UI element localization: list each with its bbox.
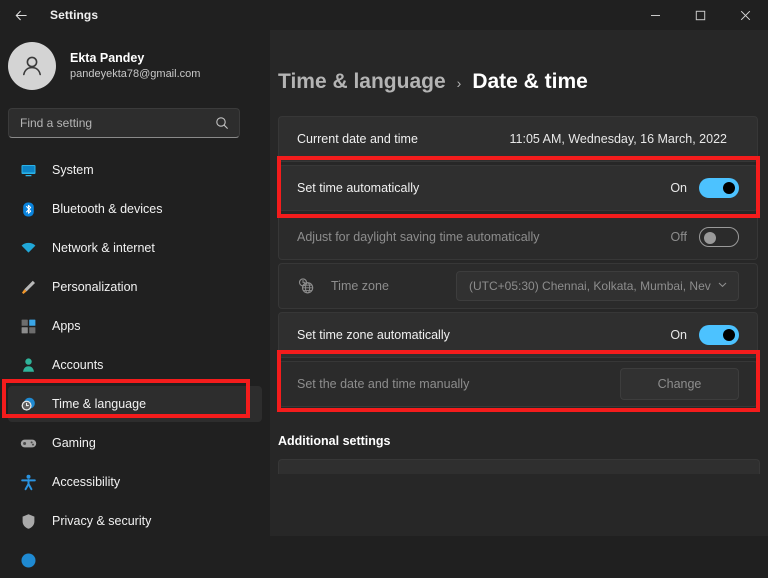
set-time-zone-automatically-state: On	[670, 328, 687, 342]
wifi-icon	[18, 238, 38, 258]
time-zone-label: Time zone	[331, 279, 389, 293]
set-time-zone-automatically-label: Set time zone automatically	[297, 328, 670, 342]
sidebar-item-label: Accounts	[52, 358, 103, 372]
row-current-date-time: Current date and time 11:05 AM, Wednesda…	[278, 116, 758, 162]
breadcrumb: Time & language › Date & time	[270, 30, 768, 94]
shield-icon	[18, 511, 38, 531]
current-date-time-label: Current date and time	[297, 132, 510, 146]
bluetooth-icon	[18, 199, 38, 219]
sidebar-item-label: Time & language	[52, 397, 146, 411]
search-icon	[215, 116, 239, 130]
sidebar-nav: System Bluetooth & devices Network	[0, 152, 270, 578]
person-icon	[18, 355, 38, 375]
set-time-automatically-state: On	[670, 181, 687, 195]
sidebar-item-bluetooth-devices[interactable]: Bluetooth & devices	[8, 191, 262, 227]
sidebar-item-label: Privacy & security	[52, 514, 151, 528]
row-daylight-saving: Adjust for daylight saving time automati…	[278, 214, 758, 260]
additional-settings-card[interactable]	[278, 459, 760, 474]
sidebar-item-accessibility[interactable]: Accessibility	[8, 464, 262, 500]
settings-card-list: Current date and time 11:05 AM, Wednesda…	[270, 116, 768, 407]
page-title: Date & time	[472, 70, 588, 94]
change-button[interactable]: Change	[620, 368, 739, 400]
sidebar-item-label: Personalization	[52, 280, 137, 294]
current-date-time-value: 11:05 AM, Wednesday, 16 March, 2022	[510, 132, 728, 146]
sidebar-item-system[interactable]: System	[8, 152, 262, 188]
sidebar-item-personalization[interactable]: Personalization	[8, 269, 262, 305]
daylight-saving-label: Adjust for daylight saving time automati…	[297, 230, 671, 244]
additional-settings-title: Additional settings	[270, 410, 768, 448]
search-box[interactable]	[8, 108, 240, 138]
time-zone-label-group: Time zone	[297, 277, 456, 295]
window-controls	[633, 0, 768, 30]
sidebar-item-accounts[interactable]: Accounts	[8, 347, 262, 383]
close-button[interactable]	[723, 0, 768, 30]
clock-language-icon	[18, 394, 38, 414]
close-icon	[740, 10, 751, 21]
sidebar-item-apps[interactable]: Apps	[8, 308, 262, 344]
daylight-saving-state: Off	[671, 230, 687, 244]
daylight-saving-toggle[interactable]	[699, 227, 739, 247]
apps-grid-icon	[18, 316, 38, 336]
sidebar-item-label: Bluetooth & devices	[52, 202, 163, 216]
sidebar-item-time-language[interactable]: Time & language	[8, 386, 262, 422]
chevron-right-icon: ›	[457, 75, 462, 91]
paintbrush-icon	[18, 277, 38, 297]
search-input[interactable]	[9, 116, 215, 130]
gamepad-icon	[18, 433, 38, 453]
sidebar-item-label: Gaming	[52, 436, 96, 450]
row-time-zone: Time zone (UTC+05:30) Chennai, Kolkata, …	[278, 263, 758, 309]
main-content: Time & language › Date & time Current da…	[270, 30, 768, 536]
minimize-button[interactable]	[633, 0, 678, 30]
avatar	[8, 42, 56, 90]
row-set-date-time-manually: Set the date and time manually Change	[278, 361, 758, 407]
title-bar: Settings	[0, 0, 768, 30]
row-set-time-automatically[interactable]: Set time automatically On	[278, 165, 758, 211]
sidebar-item-network-internet[interactable]: Network & internet	[8, 230, 262, 266]
set-date-time-manually-label: Set the date and time manually	[297, 377, 620, 391]
set-time-automatically-toggle[interactable]	[699, 178, 739, 198]
monitor-icon	[18, 160, 38, 180]
sidebar-item-gaming[interactable]: Gaming	[8, 425, 262, 461]
set-time-zone-automatically-toggle[interactable]	[699, 325, 739, 345]
account-section[interactable]: Ekta Pandey pandeyekta78@gmail.com	[0, 30, 270, 92]
maximize-icon	[695, 10, 706, 21]
sidebar-item-label: Accessibility	[52, 475, 120, 489]
app-body: Ekta Pandey pandeyekta78@gmail.com	[0, 30, 768, 536]
sidebar-item-windows-update[interactable]	[8, 542, 262, 578]
accessibility-icon	[18, 472, 38, 492]
row-set-time-zone-automatically[interactable]: Set time zone automatically On	[278, 312, 758, 358]
set-time-automatically-label: Set time automatically	[297, 181, 670, 195]
account-name: Ekta Pandey	[70, 50, 200, 66]
back-arrow-icon	[14, 8, 29, 23]
sidebar-item-label: System	[52, 163, 94, 177]
maximize-button[interactable]	[678, 0, 723, 30]
sidebar-item-label: Apps	[52, 319, 81, 333]
breadcrumb-parent[interactable]: Time & language	[278, 70, 446, 94]
sidebar-item-privacy-security[interactable]: Privacy & security	[8, 503, 262, 539]
minimize-icon	[650, 10, 661, 21]
person-avatar-icon	[17, 51, 47, 81]
sidebar: Ekta Pandey pandeyekta78@gmail.com	[0, 30, 270, 536]
back-button[interactable]	[4, 1, 38, 29]
chevron-down-icon	[717, 277, 728, 295]
app-title: Settings	[50, 8, 98, 22]
windows-update-icon	[18, 550, 38, 570]
time-zone-value: (UTC+05:30) Chennai, Kolkata, Mumbai, Ne…	[469, 279, 717, 293]
time-zone-select[interactable]: (UTC+05:30) Chennai, Kolkata, Mumbai, Ne…	[456, 271, 739, 301]
clock-globe-icon	[297, 277, 315, 295]
sidebar-item-label: Network & internet	[52, 241, 155, 255]
account-email: pandeyekta78@gmail.com	[70, 67, 200, 81]
